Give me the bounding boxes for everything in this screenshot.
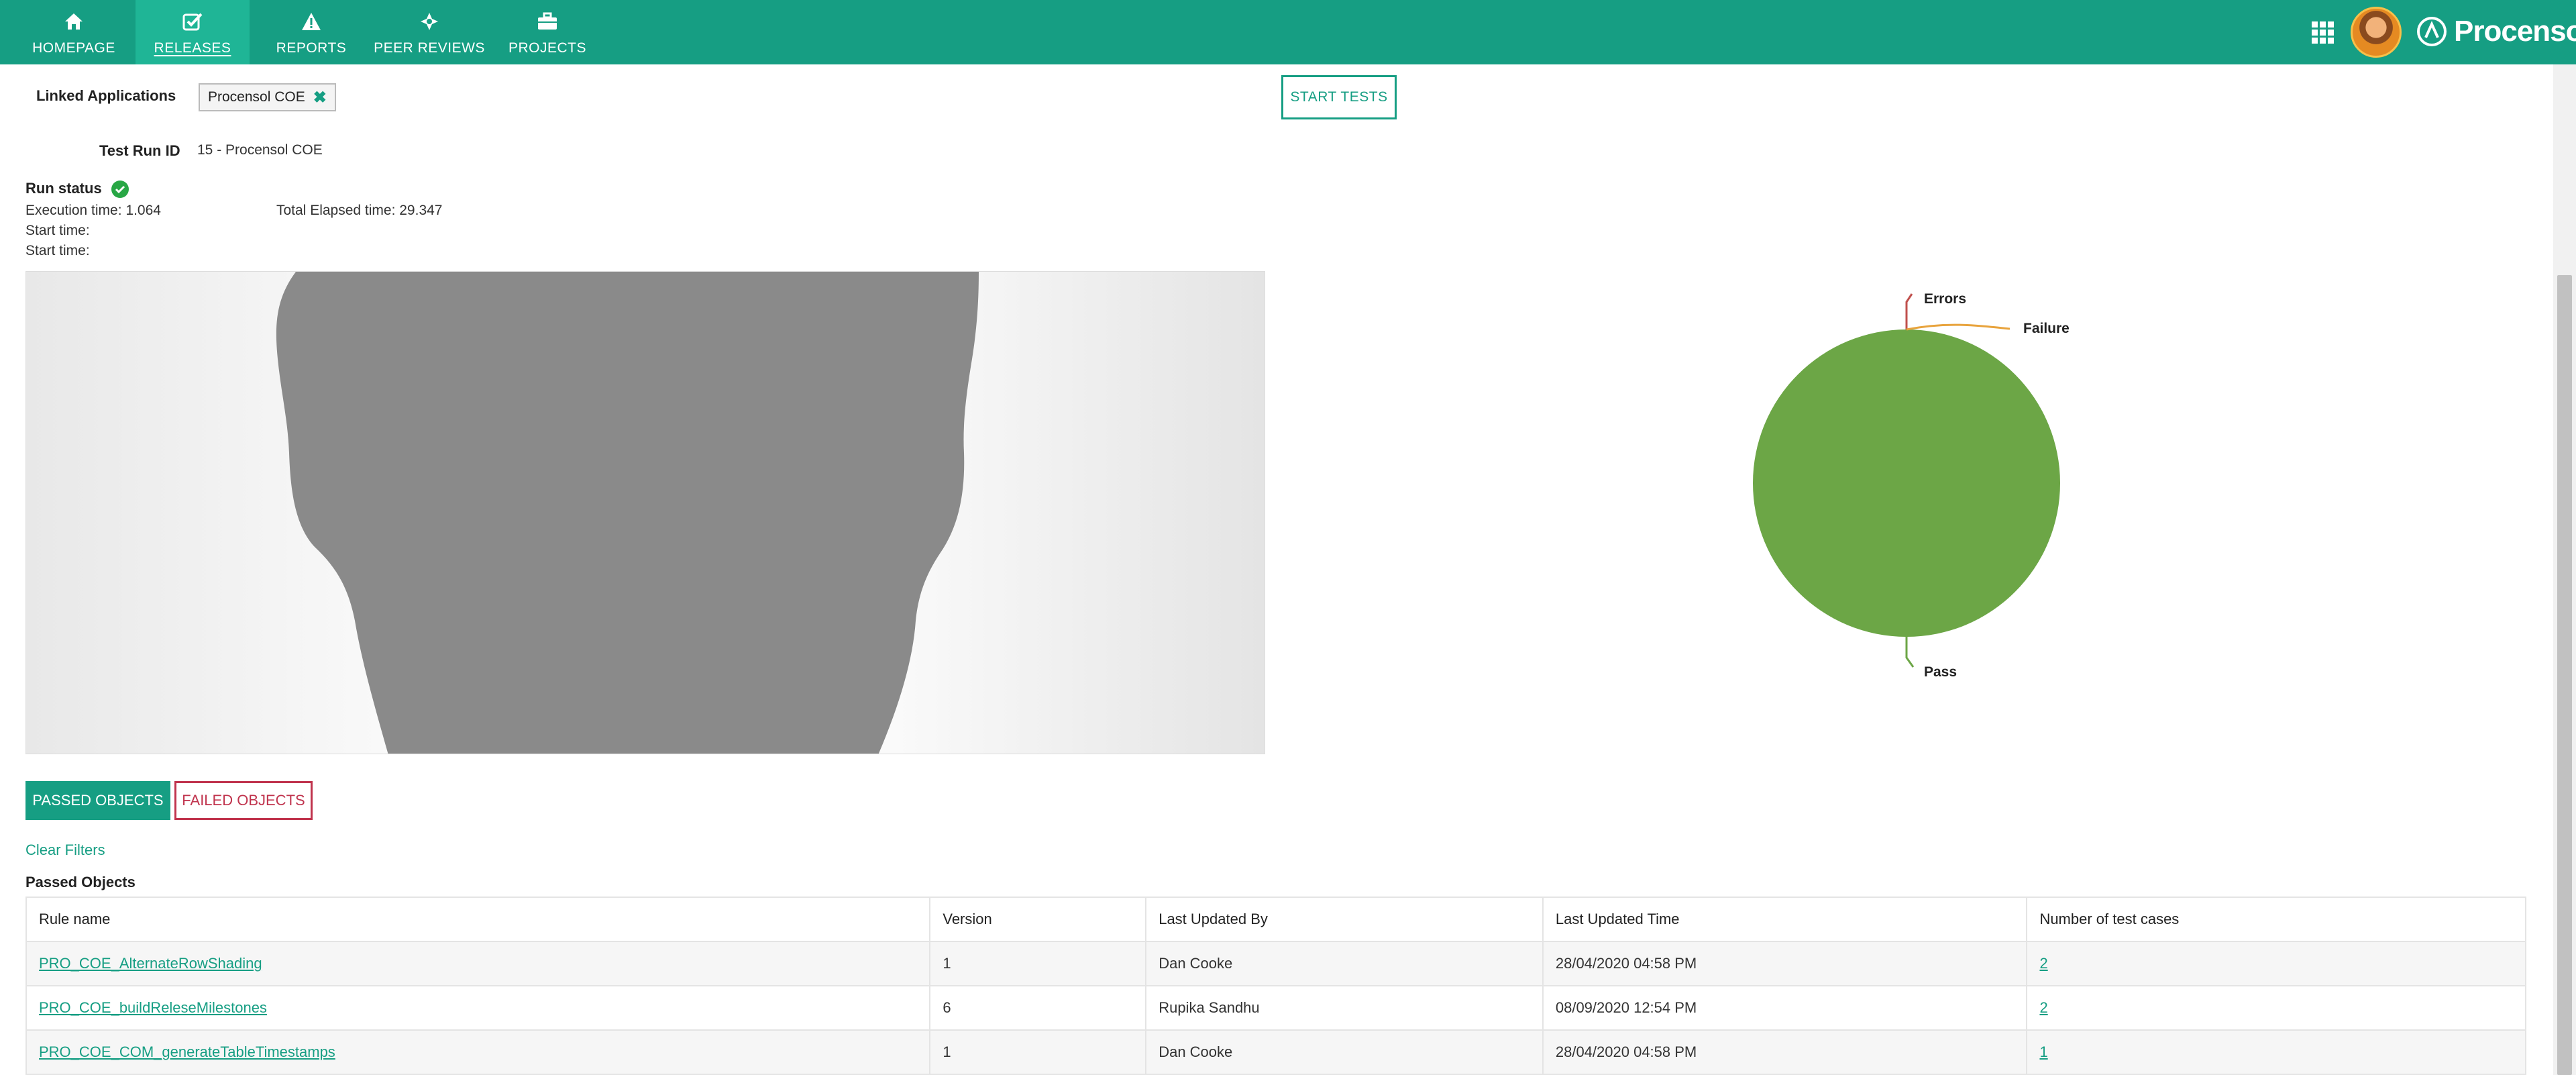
nav-peer-reviews[interactable]: PEER REVIEWS (373, 0, 486, 64)
test-cases-cell: 2 (2026, 985, 2526, 1031)
apps-grid-icon[interactable] (2312, 21, 2334, 44)
pass-leader-line (1905, 636, 1915, 668)
version-cell: 6 (929, 985, 1147, 1031)
linked-app-chip: Procensol COE ✖ (199, 83, 336, 111)
updated-by-cell: Dan Cooke (1145, 1029, 1544, 1075)
home-icon (60, 8, 87, 35)
version-cell: 1 (929, 1029, 1147, 1075)
check-circle-icon (111, 181, 129, 199)
rule-name-link[interactable]: PRO_COE_AlternateRowShading (39, 955, 262, 972)
procensol-logo-icon (2417, 17, 2447, 46)
start-tests-button[interactable]: START TESTS (1281, 75, 1397, 119)
remove-chip-icon[interactable]: ✖ (313, 88, 327, 107)
linked-app-chip-label: Procensol COE (208, 89, 305, 105)
test-run-id-value: 15 - Procensol COE (197, 142, 323, 158)
pie-slice-pass[interactable] (1753, 329, 2060, 637)
user-avatar[interactable] (2351, 7, 2402, 58)
updated-time-cell: 28/04/2020 04:58 PM (1542, 941, 2028, 986)
header-number-of-test-cases[interactable]: Number of test cases (2026, 897, 2526, 942)
total-elapsed-time: Total Elapsed time: 29.347 (276, 203, 443, 218)
test-cases-link[interactable]: 1 (2039, 1043, 2047, 1060)
results-pie-chart: Errors Failure Pass (1753, 291, 2070, 680)
nav-projects[interactable]: PROJECTS (500, 0, 594, 64)
start-time-2: Start time: (25, 243, 90, 258)
crosshair-icon (416, 8, 443, 35)
nav-homepage[interactable]: HOMEPAGE (27, 0, 121, 64)
brand-logo: Procensol (2416, 15, 2576, 48)
silhouette-image (25, 271, 1265, 754)
test-cases-link[interactable]: 2 (2039, 999, 2047, 1016)
execution-time: Execution time: 1.064 (25, 203, 161, 218)
passed-objects-table: Rule name Version Last Updated By Last U… (25, 897, 2526, 1075)
pie-label-errors: Errors (1924, 291, 1966, 307)
nav-peer-reviews-label: PEER REVIEWS (374, 40, 485, 56)
rule-name-cell: PRO_COE_AlternateRowShading (25, 941, 931, 986)
checkbox-icon (179, 8, 206, 35)
tab-passed-objects[interactable]: PASSED OBJECTS (25, 781, 170, 820)
warning-icon (298, 8, 325, 35)
rule-name-link[interactable]: PRO_COE_COM_generateTableTimestamps (39, 1043, 335, 1060)
header-version[interactable]: Version (929, 897, 1147, 942)
updated-by-cell: Rupika Sandhu (1145, 985, 1544, 1031)
test-cases-link[interactable]: 2 (2039, 955, 2047, 972)
test-run-id-label: Test Run ID (99, 142, 180, 159)
nav-projects-label: PROJECTS (508, 40, 586, 56)
table-row: PRO_COE_COM_generateTableTimestamps 1 Da… (25, 1029, 2526, 1075)
start-time-1: Start time: (25, 223, 90, 238)
rule-name-cell: PRO_COE_COM_generateTableTimestamps (25, 1029, 931, 1075)
nav-releases[interactable]: RELEASES (136, 0, 250, 64)
table-row: PRO_COE_AlternateRowShading 1 Dan Cooke … (25, 941, 2526, 986)
header-rule-name[interactable]: Rule name (25, 897, 931, 942)
passed-objects-title: Passed Objects (25, 874, 136, 890)
table-header-row: Rule name Version Last Updated By Last U… (25, 897, 2526, 942)
test-cases-cell: 2 (2026, 941, 2526, 986)
pie-label-pass: Pass (1924, 664, 1957, 680)
test-cases-cell: 1 (2026, 1029, 2526, 1075)
top-navigation-bar: HOMEPAGE RELEASES REPORTS PEER REVIEWS P… (0, 0, 2576, 64)
updated-time-cell: 28/04/2020 04:58 PM (1542, 1029, 2028, 1075)
page-scrollbar-thumb[interactable] (2557, 275, 2572, 1075)
nav-homepage-label: HOMEPAGE (32, 40, 115, 56)
header-last-updated-time[interactable]: Last Updated Time (1542, 897, 2028, 942)
clear-filters-link[interactable]: Clear Filters (25, 841, 105, 859)
header-last-updated-by[interactable]: Last Updated By (1145, 897, 1544, 942)
linked-applications-label: Linked Applications (36, 87, 176, 104)
tab-failed-objects[interactable]: FAILED OBJECTS (174, 781, 313, 820)
version-cell: 1 (929, 941, 1147, 986)
run-status: Run status (25, 180, 129, 199)
nav-releases-label: RELEASES (154, 40, 231, 56)
rule-name-link[interactable]: PRO_COE_buildReleseMilestones (39, 999, 267, 1016)
rule-name-cell: PRO_COE_buildReleseMilestones (25, 985, 931, 1031)
errors-leader-line (1905, 293, 1913, 329)
failure-leader-line (1906, 323, 2010, 331)
pie-label-failure: Failure (2023, 321, 2070, 336)
updated-by-cell: Dan Cooke (1145, 941, 1544, 986)
table-row: PRO_COE_buildReleseMilestones 6 Rupika S… (25, 985, 2526, 1031)
brand-name: Procensol (2454, 15, 2576, 48)
nav-reports-label: REPORTS (276, 40, 347, 56)
updated-time-cell: 08/09/2020 12:54 PM (1542, 985, 2028, 1031)
nav-reports[interactable]: REPORTS (264, 0, 358, 64)
briefcase-icon (534, 8, 561, 35)
run-status-label: Run status (25, 180, 102, 197)
